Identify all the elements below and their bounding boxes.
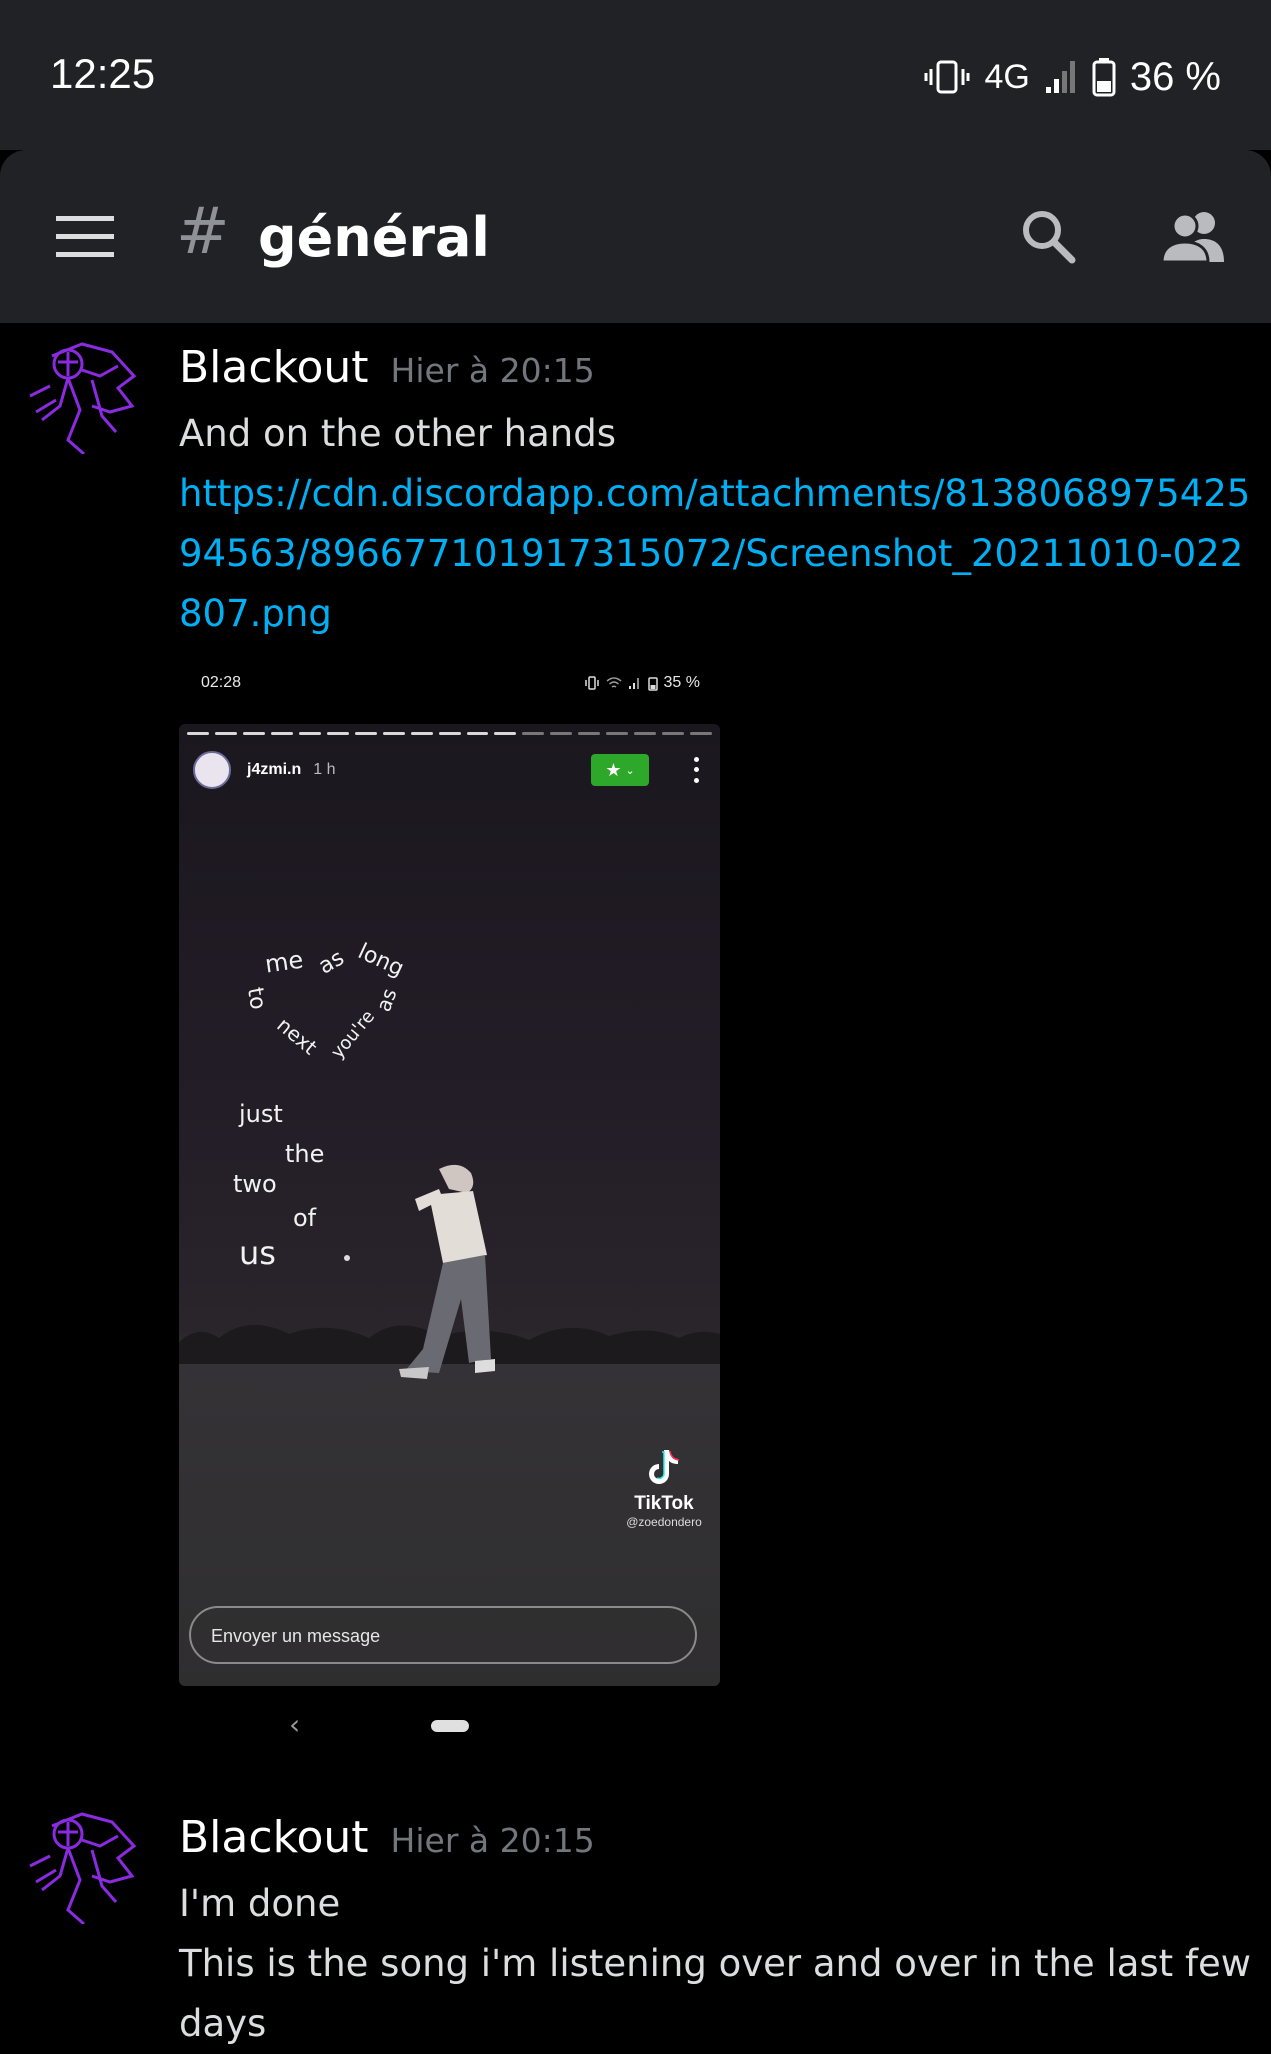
tiktok-name: TikTok	[634, 1493, 694, 1514]
members-icon[interactable]	[1160, 208, 1228, 264]
story-frame: j4zmi.n 1 h ★ ⌄ me as long to next you'r…	[179, 724, 720, 1686]
attachment-status-time: 02:28	[201, 674, 242, 691]
signal-icon	[1045, 61, 1075, 93]
close-friends-badge: ★ ⌄	[591, 754, 649, 786]
battery-label: 36 %	[1129, 54, 1221, 99]
status-indicators: 4G 36 %	[924, 52, 1221, 102]
lyric-word: us	[239, 1234, 276, 1272]
message-content: Blackout Hier à 20:15 And on the other h…	[179, 342, 1257, 644]
lyric-word: you're	[326, 1006, 380, 1063]
lyric-word: two	[233, 1170, 277, 1198]
back-chevron-icon: ‹	[289, 1708, 301, 1741]
lyric-word: long	[353, 939, 408, 982]
story-header: j4zmi.n 1 h ★ ⌄	[193, 750, 706, 790]
attachment-nav-bar: ‹	[179, 1696, 720, 1756]
wifi-icon	[606, 677, 622, 688]
avatar[interactable]	[22, 336, 140, 454]
vibrate-icon	[584, 676, 599, 690]
tiktok-watermark: TikTok @zoedondero	[619, 1448, 709, 1529]
more-options-icon	[689, 754, 703, 786]
message-timestamp: Hier à 20:15	[390, 351, 595, 390]
author-name[interactable]: Blackout	[179, 1812, 369, 1863]
lyric-word: as	[314, 945, 349, 980]
hamburger-menu-icon[interactable]	[56, 214, 114, 260]
dancer-figure	[399, 1164, 495, 1379]
lyric-word: of	[293, 1204, 317, 1232]
channel-header: # général	[0, 150, 1271, 323]
channel-hash-icon: #	[176, 195, 230, 269]
lyric-word: to	[241, 985, 271, 1012]
network-label: 4G	[984, 57, 1030, 96]
status-time: 12:25	[50, 50, 156, 97]
battery-icon	[647, 676, 658, 691]
lyric-word: the	[285, 1140, 325, 1168]
message-timestamp: Hier à 20:15	[390, 1821, 595, 1860]
lyric-word: next	[272, 1012, 322, 1060]
moon-dot	[344, 1255, 350, 1261]
attachment-status-bar: 02:28 35 %	[179, 660, 720, 720]
author-name[interactable]: Blackout	[179, 342, 369, 393]
message: Blackout Hier à 20:15 I'm done This is t…	[0, 1800, 1271, 2048]
attachment-battery: 35 %	[663, 674, 700, 691]
vibrate-icon	[924, 60, 970, 94]
status-bar: 12:25 4G 36 %	[0, 0, 1271, 150]
battery-icon	[1092, 58, 1116, 97]
lyric-word: just	[239, 1100, 283, 1128]
chevron-down-icon: ⌄	[625, 763, 635, 777]
home-pill-icon	[431, 1720, 469, 1732]
tiktok-logo-icon	[649, 1450, 680, 1484]
story-reply-input: Envoyer un message	[189, 1606, 697, 1664]
message-text: I'm done	[179, 1882, 341, 1925]
attachment-image[interactable]: 02:28 35 % j4zmi.n 1 h ★ ⌄ me as long to	[179, 660, 720, 1760]
search-icon[interactable]	[1018, 206, 1078, 266]
tiktok-handle: @zoedondero	[626, 1515, 702, 1529]
signal-icon	[628, 678, 639, 689]
story-username: j4zmi.n	[247, 761, 302, 778]
attachment-link[interactable]: https://cdn.discordapp.com/attachments/8…	[179, 464, 1257, 644]
lyric-word: as	[371, 985, 402, 1015]
star-icon: ★	[605, 759, 622, 781]
message-text: And on the other hands	[179, 412, 617, 455]
story-progress-bars	[187, 732, 713, 735]
message-text: This is the song i'm listening over and …	[179, 1942, 1252, 2045]
message-content: Blackout Hier à 20:15 I'm done This is t…	[179, 1812, 1257, 2054]
channel-title[interactable]: général	[258, 208, 490, 268]
lyric-word: me	[263, 945, 305, 979]
story-time: 1 h	[313, 761, 336, 778]
avatar[interactable]	[22, 1806, 140, 1924]
story-avatar	[193, 751, 231, 789]
